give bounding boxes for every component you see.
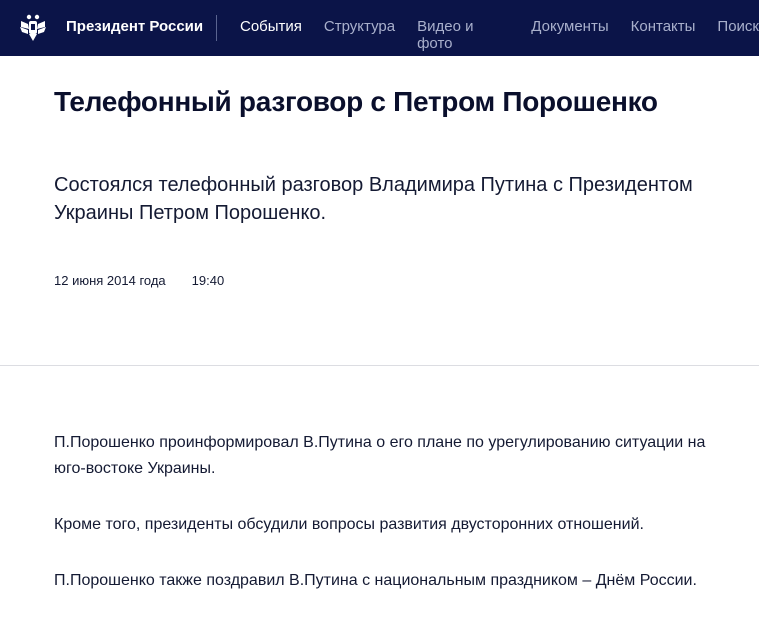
nav-search[interactable]: Поиск xyxy=(717,18,759,52)
nav-structure[interactable]: Структура xyxy=(324,18,395,52)
nav-events[interactable]: События xyxy=(240,18,302,52)
page-title: Телефонный разговор с Петром Порошенко xyxy=(54,86,658,117)
article-time: 19:40 xyxy=(191,273,225,288)
article-paragraph: П.Порошенко также поздравил В.Путина с н… xyxy=(54,572,697,589)
article-body: П.Порошенко проинформировал В.Путина о е… xyxy=(54,430,734,624)
article-meta: 12 июня 2014 года 19:40 xyxy=(54,273,224,288)
nav-video-photo[interactable]: Видео и фото xyxy=(417,18,509,52)
article-paragraph: П.Порошенко проинформировал В.Путина о е… xyxy=(54,434,706,477)
nav-contacts[interactable]: Контакты xyxy=(631,18,696,52)
header-divider xyxy=(216,15,217,41)
brand-link[interactable]: Президент России xyxy=(66,18,203,35)
article-paragraph: Кроме того, президенты обсудили вопросы … xyxy=(54,516,644,533)
nav-documents[interactable]: Документы xyxy=(531,18,608,52)
article-date: 12 июня 2014 года xyxy=(54,273,166,288)
russian-eagle-emblem-icon[interactable] xyxy=(17,12,49,44)
article-lead: Состоялся телефонный разговор Владимира … xyxy=(54,174,693,224)
site-header: Президент России События Структура Видео… xyxy=(0,0,759,56)
section-divider xyxy=(0,365,759,366)
main-nav: События Структура Видео и фото Документы… xyxy=(240,18,759,52)
